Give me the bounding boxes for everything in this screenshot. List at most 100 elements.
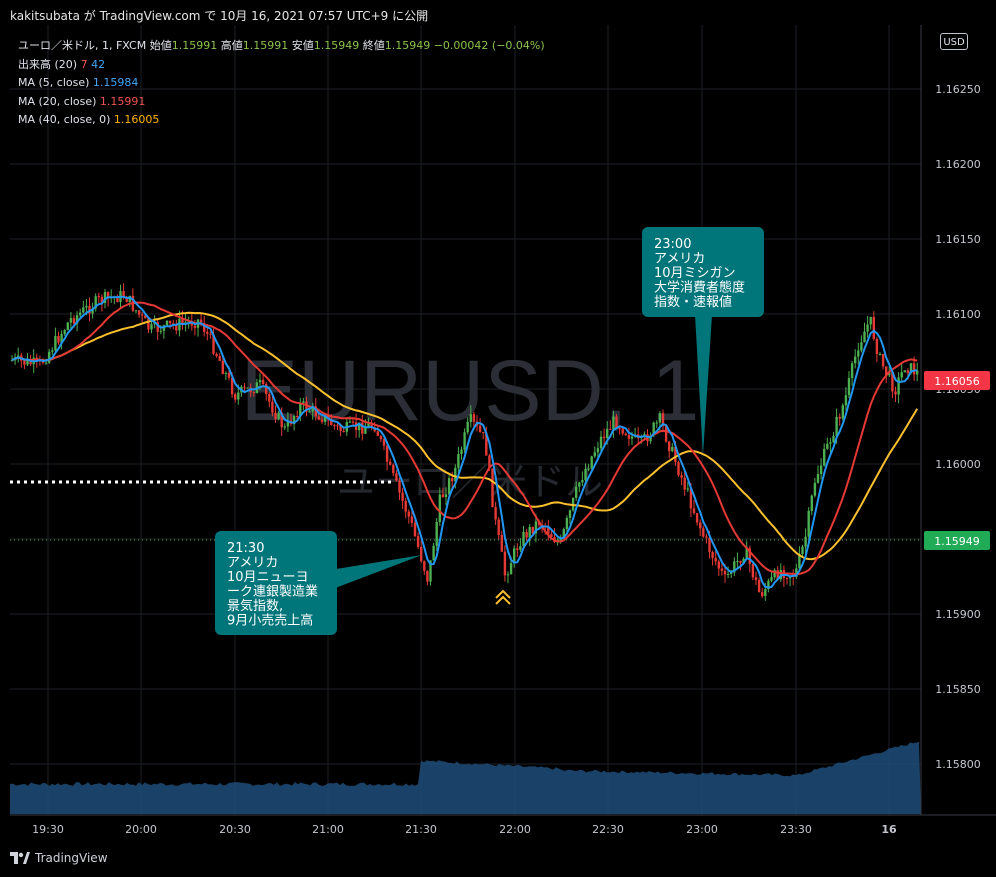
price-axis-label: 1.16100 — [935, 308, 981, 321]
candle-body — [584, 469, 587, 480]
candle-body — [389, 461, 392, 465]
chart-legend: ユーロ／米ドル, 1, FXCM 始値1.15991 高値1.15991 安値1… — [18, 37, 545, 130]
candle-body — [575, 486, 578, 498]
price-axis-label: 1.15900 — [935, 608, 981, 621]
candle-body — [444, 494, 448, 498]
candle-body — [277, 412, 280, 420]
candle-body — [147, 318, 150, 330]
candle-body — [869, 316, 872, 325]
candle-body — [593, 452, 596, 457]
time-axis-label: 22:30 — [592, 823, 624, 836]
candle-body — [482, 432, 485, 434]
candle-body — [401, 492, 404, 501]
price-chart[interactable]: EURUSD, 1 ユーロ／米ドル 1.162501.162001.161501… — [0, 0, 996, 877]
candle-body — [435, 521, 438, 546]
candle-body — [565, 517, 569, 530]
candle-body — [705, 536, 708, 538]
candle-body — [296, 416, 299, 418]
legend-ma5: MA (5, close) 1.15984 — [18, 76, 139, 89]
candle-body — [816, 474, 820, 483]
candle-body — [342, 430, 345, 432]
time-axis-label: 21:30 — [405, 823, 437, 836]
candle-body — [723, 570, 727, 575]
candle-body — [261, 379, 265, 384]
event-callout-2130[interactable]: 21:30 アメリカ 10月ニューヨーク連銀製造業景気指数, 9月小売売上高 — [215, 531, 422, 635]
candle-body — [528, 526, 531, 538]
candle-body — [522, 531, 525, 547]
candle-body — [466, 421, 469, 433]
candle-body — [494, 506, 497, 520]
candle-body — [668, 441, 671, 452]
candle-body — [686, 488, 689, 490]
candle-body — [804, 536, 807, 547]
candle-body — [423, 561, 426, 571]
candle-body — [472, 414, 476, 422]
candle-body — [227, 372, 231, 378]
candle-body — [351, 421, 355, 423]
candle-body — [872, 316, 875, 339]
candle-body — [72, 318, 76, 324]
candle-body — [695, 513, 699, 523]
candle-body — [426, 570, 429, 582]
candle-body — [478, 425, 482, 433]
candle-body — [438, 494, 441, 522]
candle-body — [823, 448, 826, 466]
candle-body — [218, 356, 221, 361]
candle-body — [317, 416, 321, 420]
candle-body — [69, 318, 73, 323]
candle-body — [451, 478, 454, 482]
candle-body — [519, 546, 522, 550]
time-axis-label: 20:30 — [219, 823, 251, 836]
candle-body — [265, 383, 268, 394]
candle-body — [860, 342, 863, 351]
candle-body — [761, 592, 764, 596]
candle-body — [854, 356, 857, 364]
candle-body — [302, 401, 305, 403]
legend-ohlc: ユーロ／米ドル, 1, FXCM 始値1.15991 高値1.15991 安値1… — [18, 39, 545, 52]
time-axis-label: 20:00 — [125, 823, 157, 836]
svg-text:1.15949: 1.15949 — [934, 535, 980, 548]
candle-body — [813, 482, 817, 496]
candle-body — [48, 351, 51, 363]
callout-line: 大学消費者態度 — [654, 280, 745, 296]
candle-body — [819, 465, 823, 475]
time-axis-label: 16 — [881, 823, 897, 836]
candle-body — [726, 574, 730, 575]
candle-body — [447, 478, 451, 495]
candle-body — [717, 561, 720, 569]
candle-body — [398, 480, 401, 493]
candle-body — [912, 363, 916, 375]
candle-body — [751, 563, 755, 578]
price-axis-label: 1.16250 — [935, 83, 981, 96]
callout-line: 10月ミシガン — [654, 266, 736, 281]
candle-body — [702, 528, 705, 537]
candle-body — [165, 320, 169, 326]
candle-body — [320, 419, 324, 422]
time-axis-label: 21:00 — [312, 823, 344, 836]
candle-body — [847, 378, 851, 396]
candle-body — [491, 468, 494, 507]
price-axis-label: 1.16150 — [935, 233, 981, 246]
candle-body — [82, 307, 85, 313]
candle-body — [404, 500, 407, 512]
candle-body — [736, 560, 739, 562]
candle-body — [618, 428, 621, 430]
candle-body — [838, 416, 841, 419]
candle-body — [509, 563, 513, 575]
candle-body — [506, 574, 510, 576]
candle-body — [379, 435, 383, 440]
candle-body — [826, 443, 829, 449]
candle-body — [606, 428, 609, 439]
candle-body — [258, 379, 262, 383]
time-axis-label: 22:00 — [499, 823, 531, 836]
legend-volume: 出来高 (20) 7 42 — [18, 57, 106, 71]
candle-body — [832, 435, 835, 443]
candle-body — [221, 360, 224, 374]
candle-body — [141, 314, 144, 316]
currency-button[interactable]: USD — [940, 33, 968, 50]
candle-body — [274, 412, 277, 420]
callout-line: 10月ニューヨ — [227, 570, 309, 585]
tradingview-logo[interactable]: TradingView — [10, 851, 108, 865]
candle-body — [66, 322, 69, 331]
watermark-symbol: EURUSD, 1 — [241, 343, 700, 439]
